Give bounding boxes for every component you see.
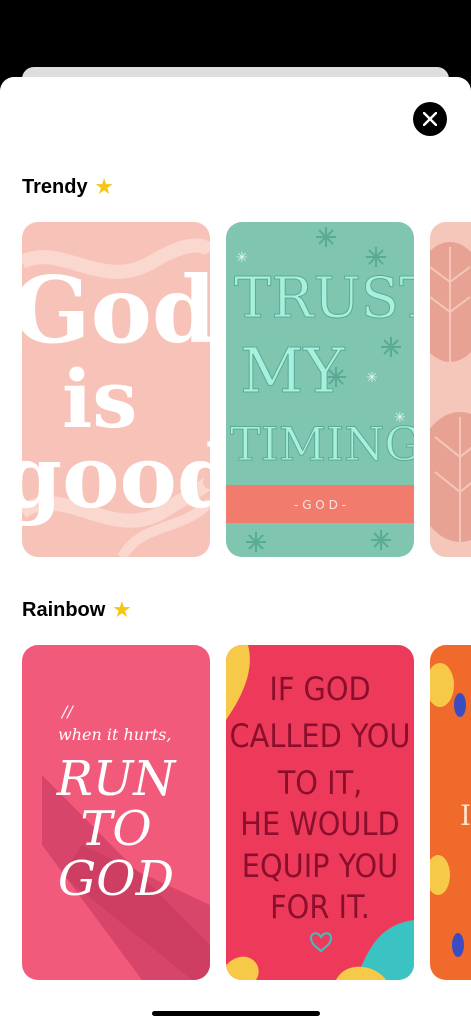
close-icon [423,112,437,126]
svg-text:✳: ✳ [236,250,248,266]
section-header-trendy: Trendy ★ [22,176,113,199]
card-line: GOD [58,851,174,907]
wallpaper-card-run-to-god[interactable]: // when it hurts, RUN TO GOD [22,645,210,980]
wallpaper-art: God is good [22,222,210,557]
svg-text:✳: ✳ [366,370,378,386]
close-button[interactable] [413,102,447,136]
card-line: CALLED YOU [230,717,411,755]
card-attribution: - G O D - [294,498,346,512]
card-line: I [460,799,471,832]
card-line: good [22,427,210,528]
card-line: HE WOULD [240,805,399,843]
card-line: RUN [56,751,178,807]
wallpaper-card-leaves[interactable] [430,222,471,557]
wallpaper-art [430,222,471,557]
section-title: Rainbow [22,599,106,621]
card-mark: // [60,702,74,721]
section-title: Trendy [22,176,88,198]
star-icon: ★ [95,177,113,198]
wallpaper-art: IF GOD CALLED YOU TO IT, HE WOULD EQUIP … [226,645,414,980]
card-line: FOR IT. [270,888,370,926]
card-line: when it hurts, [58,725,171,744]
wallpaper-art: ✳ ✳ ✳ TRUST MY TIMING. - G O D - [226,222,414,557]
star-icon: ★ [113,600,131,621]
wallpaper-card-orange-floral[interactable]: I [430,645,471,980]
card-line: TO [80,801,151,857]
wallpaper-card-god-is-good[interactable]: God is good [22,222,210,557]
home-indicator[interactable] [152,1011,320,1016]
wallpaper-art: I [430,645,471,980]
card-line: IF GOD [269,670,370,708]
wallpaper-picker-sheet: Trendy ★ God is good ✳ ✳ ✳ TRUS MY TIMIN… [0,77,471,1024]
card-line: MY [240,334,345,407]
wallpaper-art: // when it hurts, RUN TO GOD [22,645,210,980]
card-line: TIMING. [230,417,414,471]
card-line: God [22,256,210,364]
section-header-rainbow: Rainbow ★ [22,599,130,622]
card-line: TO IT, [277,764,363,802]
card-line: EQUIP YOU [242,847,398,885]
wallpaper-card-trust-my-timing[interactable]: ✳ ✳ ✳ TRUST MY TIMING. - G O D - [226,222,414,557]
wallpaper-card-if-god-called-you[interactable]: IF GOD CALLED YOU TO IT, HE WOULD EQUIP … [226,645,414,980]
card-line: TRUST [234,266,414,331]
